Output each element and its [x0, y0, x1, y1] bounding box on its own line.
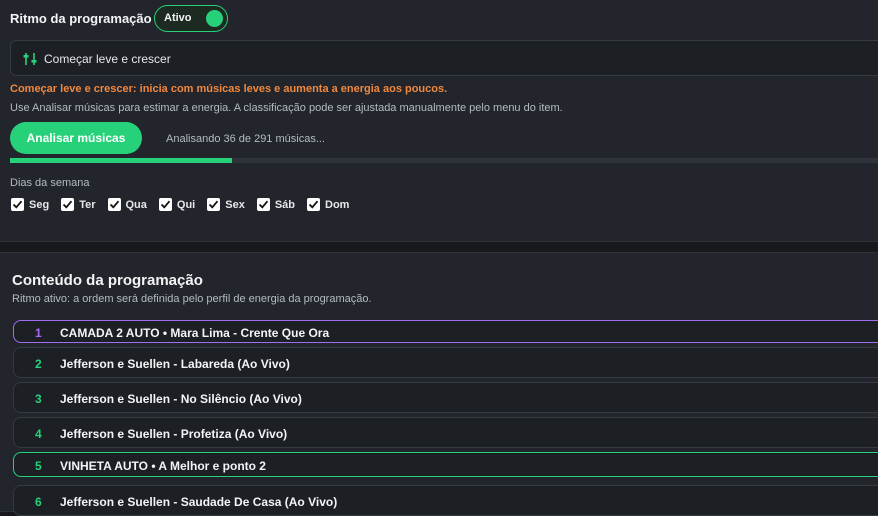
item-number: 4 [35, 427, 42, 441]
analysis-progress-fill [10, 158, 232, 163]
item-number: 6 [35, 495, 42, 509]
weekday-6[interactable]: Dom [307, 198, 349, 211]
checkbox[interactable] [307, 198, 321, 211]
check-icon [160, 200, 171, 209]
item-number: 2 [35, 357, 42, 371]
weekday-label: Qua [125, 198, 147, 211]
check-icon [63, 200, 73, 209]
weekday-label: Sáb [274, 198, 296, 211]
content-item[interactable]: 2 Jefferson e Suellen - Labareda (Ao Vivo… [13, 347, 878, 378]
check-icon [258, 200, 269, 209]
check-icon [109, 200, 119, 209]
weekday-2[interactable]: Qua [107, 198, 147, 211]
checkbox[interactable] [61, 198, 75, 211]
weekdays-label: Dias da semana [10, 177, 90, 189]
sliders-icon [23, 53, 37, 65]
toggle-knob [206, 10, 223, 27]
content-subtitle: Ritmo ativo: a ordem será definida pelo … [12, 293, 372, 305]
rhythm-profile-select[interactable]: Começar leve e crescer [10, 40, 878, 76]
active-toggle[interactable]: Ativo [154, 5, 228, 32]
check-icon [308, 200, 319, 209]
weekday-label: Ter [79, 198, 96, 211]
content-item[interactable]: 5 VINHETA AUTO • A Melhor e ponto 2 [13, 452, 878, 477]
weekday-3[interactable]: Qui [158, 198, 196, 211]
analysis-progress-bar [10, 158, 878, 163]
help-text: Use Analisar músicas para estimar a ener… [10, 102, 563, 114]
weekday-label: Qui [176, 198, 196, 211]
item-title: CAMADA 2 AUTO • Mara Lima - Crente Que O… [60, 326, 330, 340]
item-number: 1 [35, 326, 42, 340]
check-icon [209, 200, 219, 209]
checkbox[interactable] [256, 198, 270, 211]
toggle-label: Ativo [164, 12, 192, 24]
content-item[interactable]: 1 CAMADA 2 AUTO • Mara Lima - Crente Que … [13, 320, 878, 343]
item-title: Jefferson e Suellen - Profetiza (Ao Vivo… [60, 427, 288, 441]
weekday-4[interactable]: Sex [207, 198, 245, 211]
checkbox[interactable] [11, 198, 24, 211]
weekday-checkboxes: Seg Ter Qua Qui Sex Sáb Dom [11, 198, 361, 211]
select-value: Começar leve e crescer [44, 52, 171, 66]
checkbox[interactable] [158, 198, 172, 211]
weekday-0[interactable]: Seg [11, 198, 49, 211]
rhythm-title: Ritmo da programação [10, 11, 152, 26]
item-number: 5 [35, 459, 42, 473]
profile-description: Começar leve e crescer: inicia com músic… [10, 83, 448, 95]
item-title: Jefferson e Suellen - Saudade De Casa (A… [60, 495, 338, 509]
content-item[interactable]: 3 Jefferson e Suellen - No Silêncio (Ao V… [13, 382, 878, 413]
checkbox[interactable] [207, 198, 221, 211]
item-title: VINHETA AUTO • A Melhor e ponto 2 [60, 459, 266, 473]
content-item[interactable]: 4 Jefferson e Suellen - Profetiza (Ao Viv… [13, 417, 878, 448]
analyze-music-button[interactable]: Analisar músicas [10, 122, 142, 154]
weekday-label: Sex [225, 198, 245, 211]
analysis-progress-text: Analisando 36 de 291 músicas... [166, 133, 325, 145]
check-icon [12, 200, 23, 209]
content-item[interactable]: 6 Jefferson e Suellen - Saudade De Casa (… [13, 485, 878, 516]
item-number: 3 [35, 392, 42, 406]
weekday-label: Seg [29, 198, 50, 211]
weekday-5[interactable]: Sáb [256, 198, 296, 211]
item-title: Jefferson e Suellen - Labareda (Ao Vivo) [60, 357, 290, 371]
weekday-label: Dom [325, 198, 350, 211]
weekday-1[interactable]: Ter [61, 198, 96, 211]
item-title: Jefferson e Suellen - No Silêncio (Ao Vi… [60, 392, 302, 406]
content-title: Conteúdo da programação [12, 272, 203, 289]
checkbox[interactable] [107, 198, 121, 211]
